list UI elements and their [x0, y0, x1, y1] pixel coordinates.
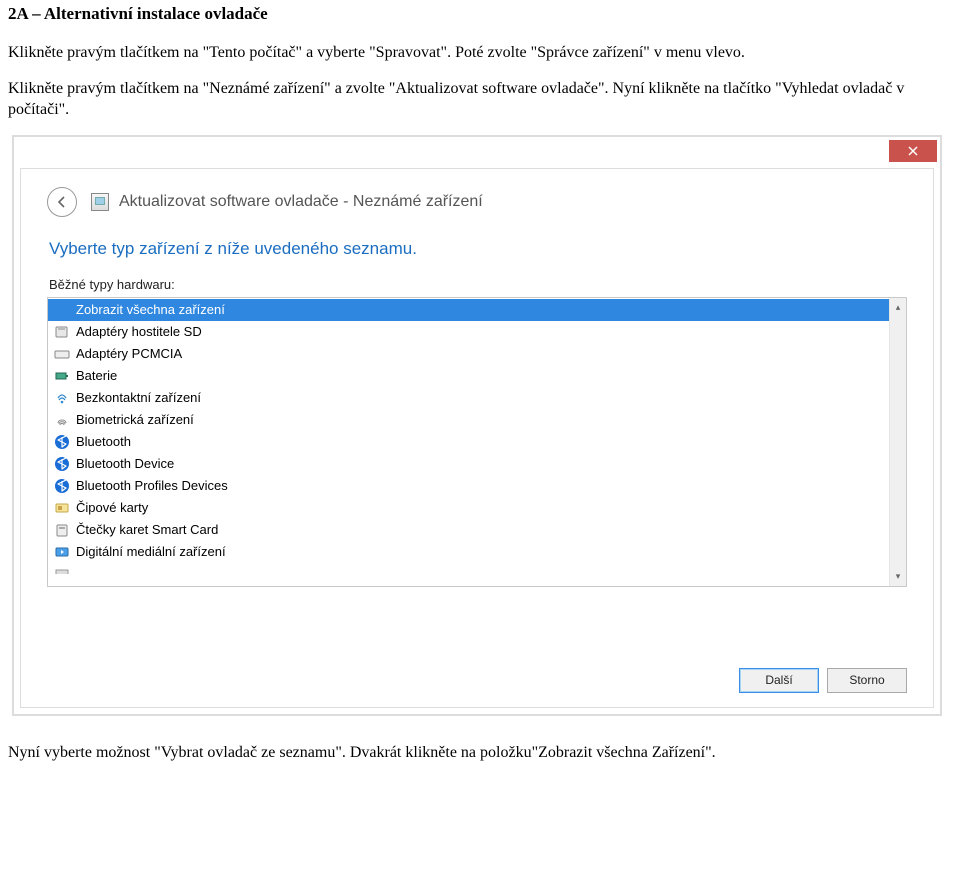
dialog-body: Aktualizovat software ovladače - Neznámé… — [20, 168, 934, 708]
list-item-partial[interactable] — [48, 563, 889, 585]
list-item[interactable]: Baterie — [48, 365, 889, 387]
dialog-title: Aktualizovat software ovladače - Neznámé… — [119, 193, 483, 211]
list-items: Zobrazit všechna zařízení Adaptéry hosti… — [48, 298, 889, 586]
list-item[interactable]: Bluetooth Device — [48, 453, 889, 475]
sd-card-icon — [54, 324, 70, 340]
close-button[interactable] — [889, 140, 937, 162]
list-label: Běžné typy hardwaru: — [49, 277, 907, 292]
list-item-label: Bluetooth Profiles Devices — [76, 478, 228, 493]
chip-card-icon — [54, 500, 70, 516]
back-button[interactable] — [47, 187, 77, 217]
list-item[interactable]: Digitální mediální zařízení — [48, 541, 889, 563]
list-item-label: Zobrazit všechna zařízení — [76, 302, 225, 317]
contactless-icon — [54, 390, 70, 406]
battery-icon — [54, 368, 70, 384]
bluetooth-icon — [54, 434, 70, 450]
scrollbar[interactable]: ▴ ▾ — [889, 298, 906, 586]
list-item[interactable]: Zobrazit všechna zařízení — [48, 299, 889, 321]
list-item-label: Bezkontaktní zařízení — [76, 390, 201, 405]
scroll-up-button[interactable]: ▴ — [891, 300, 906, 315]
list-item-label: Bluetooth Device — [76, 456, 174, 471]
article-heading: 2A – Alternativní instalace ovladače — [8, 4, 952, 24]
article-paragraph-2: Klikněte pravým tlačítkem na "Neznámé za… — [8, 78, 952, 121]
list-item-label: Adaptéry hostitele SD — [76, 324, 202, 339]
list-item[interactable]: Adaptéry hostitele SD — [48, 321, 889, 343]
next-button[interactable]: Další — [739, 668, 819, 693]
dialog-buttons: Další Storno — [47, 648, 907, 693]
article-footer: Nyní vyberte možnost "Vybrat ovladač ze … — [8, 742, 952, 764]
device-icon — [91, 193, 109, 211]
blank-icon — [54, 302, 70, 318]
list-item[interactable]: Bluetooth — [48, 431, 889, 453]
bluetooth-icon — [54, 478, 70, 494]
dialog-header: Aktualizovat software ovladače - Neznámé… — [47, 187, 907, 217]
list-item[interactable]: Bezkontaktní zařízení — [48, 387, 889, 409]
cancel-button[interactable]: Storno — [827, 668, 907, 693]
card-reader-icon — [54, 522, 70, 538]
pcmcia-icon — [54, 346, 70, 362]
bluetooth-icon — [54, 456, 70, 472]
article-paragraph-1: Klikněte pravým tlačítkem na "Tento počí… — [8, 42, 952, 64]
list-item[interactable]: Bluetooth Profiles Devices — [48, 475, 889, 497]
arrow-left-icon — [55, 195, 69, 209]
list-item[interactable]: Adaptéry PCMCIA — [48, 343, 889, 365]
hardware-type-list[interactable]: Zobrazit všechna zařízení Adaptéry hosti… — [47, 297, 907, 587]
list-item-label: Digitální mediální zařízení — [76, 544, 226, 559]
close-icon — [908, 146, 918, 156]
fingerprint-icon — [54, 412, 70, 428]
list-item-label: Čtečky karet Smart Card — [76, 522, 218, 537]
instruction-text: Vyberte typ zařízení z níže uvedeného se… — [49, 239, 907, 259]
list-item[interactable]: Biometrická zařízení — [48, 409, 889, 431]
media-device-icon — [54, 544, 70, 560]
list-item-label: Bluetooth — [76, 434, 131, 449]
list-item-label: Baterie — [76, 368, 117, 383]
list-item[interactable]: Čipové karty — [48, 497, 889, 519]
scroll-down-button[interactable]: ▾ — [891, 569, 906, 584]
generic-icon — [54, 566, 70, 582]
list-item-label: Čipové karty — [76, 500, 148, 515]
list-item-label: Biometrická zařízení — [76, 412, 194, 427]
titlebar — [17, 140, 937, 168]
list-item-label: Adaptéry PCMCIA — [76, 346, 182, 361]
wizard-dialog: Aktualizovat software ovladače - Neznámé… — [12, 135, 942, 716]
list-item[interactable]: Čtečky karet Smart Card — [48, 519, 889, 541]
